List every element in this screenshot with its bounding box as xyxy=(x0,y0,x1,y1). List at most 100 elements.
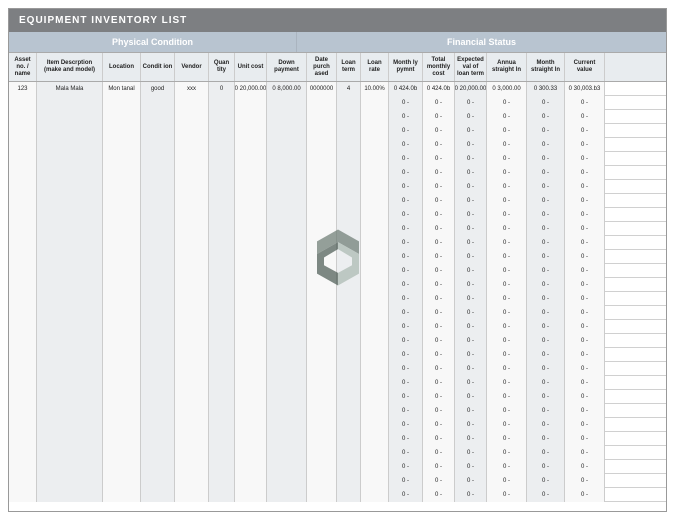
cell[interactable] xyxy=(337,432,361,446)
cell[interactable] xyxy=(307,152,337,166)
cell[interactable] xyxy=(209,222,235,236)
table-row[interactable]: 0 -0 -0 -0 -0 -0 - xyxy=(9,292,666,306)
cell[interactable] xyxy=(361,278,389,292)
cell[interactable] xyxy=(103,166,141,180)
cell[interactable] xyxy=(37,222,103,236)
cell[interactable]: 0 - xyxy=(455,376,487,390)
cell[interactable] xyxy=(307,124,337,138)
cell[interactable] xyxy=(235,96,267,110)
cell[interactable] xyxy=(103,222,141,236)
cell[interactable] xyxy=(141,446,175,460)
cell[interactable] xyxy=(37,264,103,278)
cell[interactable] xyxy=(235,474,267,488)
cell[interactable] xyxy=(175,418,209,432)
cell[interactable]: 0 - xyxy=(527,404,565,418)
cell[interactable] xyxy=(307,390,337,404)
cell[interactable] xyxy=(9,96,37,110)
cell[interactable]: 0 - xyxy=(455,180,487,194)
cell[interactable] xyxy=(141,432,175,446)
cell[interactable] xyxy=(337,222,361,236)
cell[interactable] xyxy=(141,110,175,124)
cell[interactable]: 0 - xyxy=(455,460,487,474)
cell[interactable] xyxy=(103,250,141,264)
cell[interactable]: 0 - xyxy=(565,376,605,390)
cell[interactable]: 0 - xyxy=(565,208,605,222)
cell[interactable]: 0 xyxy=(209,82,235,96)
cell[interactable] xyxy=(103,264,141,278)
cell[interactable] xyxy=(337,124,361,138)
cell[interactable]: 0 - xyxy=(527,306,565,320)
cell[interactable] xyxy=(209,390,235,404)
cell[interactable]: 0 - xyxy=(423,96,455,110)
cell[interactable]: 0 - xyxy=(455,250,487,264)
cell[interactable] xyxy=(307,166,337,180)
cell[interactable] xyxy=(307,96,337,110)
cell[interactable] xyxy=(235,138,267,152)
table-row[interactable]: 0 -0 -0 -0 -0 -0 - xyxy=(9,390,666,404)
cell[interactable]: 0 - xyxy=(455,474,487,488)
cell[interactable] xyxy=(361,404,389,418)
cell[interactable] xyxy=(209,166,235,180)
cell[interactable] xyxy=(209,278,235,292)
cell[interactable]: 0 - xyxy=(487,138,527,152)
cell[interactable] xyxy=(267,96,307,110)
cell[interactable] xyxy=(103,446,141,460)
cell[interactable] xyxy=(337,166,361,180)
cell[interactable]: 0 - xyxy=(423,376,455,390)
cell[interactable] xyxy=(103,110,141,124)
cell[interactable]: 0 - xyxy=(527,138,565,152)
cell[interactable] xyxy=(37,446,103,460)
table-row[interactable]: 0 -0 -0 -0 -0 -0 - xyxy=(9,110,666,124)
cell[interactable]: 0 - xyxy=(455,292,487,306)
table-row[interactable]: 0 -0 -0 -0 -0 -0 - xyxy=(9,166,666,180)
cell[interactable]: 0 - xyxy=(423,138,455,152)
cell[interactable] xyxy=(267,222,307,236)
cell[interactable] xyxy=(9,418,37,432)
cell[interactable] xyxy=(337,236,361,250)
cell[interactable]: 0 - xyxy=(455,404,487,418)
cell[interactable] xyxy=(361,250,389,264)
cell[interactable] xyxy=(209,348,235,362)
cell[interactable] xyxy=(307,306,337,320)
cell[interactable]: 0 - xyxy=(565,362,605,376)
cell[interactable] xyxy=(235,446,267,460)
cell[interactable] xyxy=(337,152,361,166)
table-row[interactable]: 0 -0 -0 -0 -0 -0 - xyxy=(9,334,666,348)
cell[interactable] xyxy=(9,306,37,320)
cell[interactable]: 0 - xyxy=(527,292,565,306)
cell[interactable] xyxy=(9,446,37,460)
cell[interactable] xyxy=(9,432,37,446)
cell[interactable]: 0 - xyxy=(527,348,565,362)
cell[interactable]: 0 - xyxy=(455,320,487,334)
cell[interactable]: 0 - xyxy=(389,236,423,250)
cell[interactable] xyxy=(9,208,37,222)
cell[interactable]: 0 - xyxy=(487,194,527,208)
cell[interactable] xyxy=(267,180,307,194)
cell[interactable] xyxy=(103,180,141,194)
cell[interactable]: 0 - xyxy=(423,222,455,236)
cell[interactable] xyxy=(175,292,209,306)
cell[interactable] xyxy=(361,460,389,474)
cell[interactable] xyxy=(361,348,389,362)
table-row[interactable]: 0 -0 -0 -0 -0 -0 - xyxy=(9,432,666,446)
cell[interactable] xyxy=(361,138,389,152)
cell[interactable] xyxy=(37,460,103,474)
cell[interactable]: 0 - xyxy=(527,432,565,446)
cell[interactable] xyxy=(307,432,337,446)
cell[interactable] xyxy=(141,236,175,250)
cell[interactable] xyxy=(175,488,209,502)
cell[interactable] xyxy=(361,376,389,390)
cell[interactable] xyxy=(209,320,235,334)
cell[interactable]: 0 - xyxy=(565,110,605,124)
cell[interactable] xyxy=(209,96,235,110)
cell[interactable]: 0 - xyxy=(487,446,527,460)
cell[interactable]: 0 - xyxy=(527,376,565,390)
cell[interactable]: 0 - xyxy=(423,180,455,194)
cell[interactable]: 0 - xyxy=(423,432,455,446)
cell[interactable]: 0 3,000.00 xyxy=(487,82,527,96)
cell[interactable] xyxy=(307,110,337,124)
cell[interactable] xyxy=(9,250,37,264)
cell[interactable]: 0 - xyxy=(455,278,487,292)
cell[interactable] xyxy=(175,166,209,180)
cell[interactable] xyxy=(37,418,103,432)
